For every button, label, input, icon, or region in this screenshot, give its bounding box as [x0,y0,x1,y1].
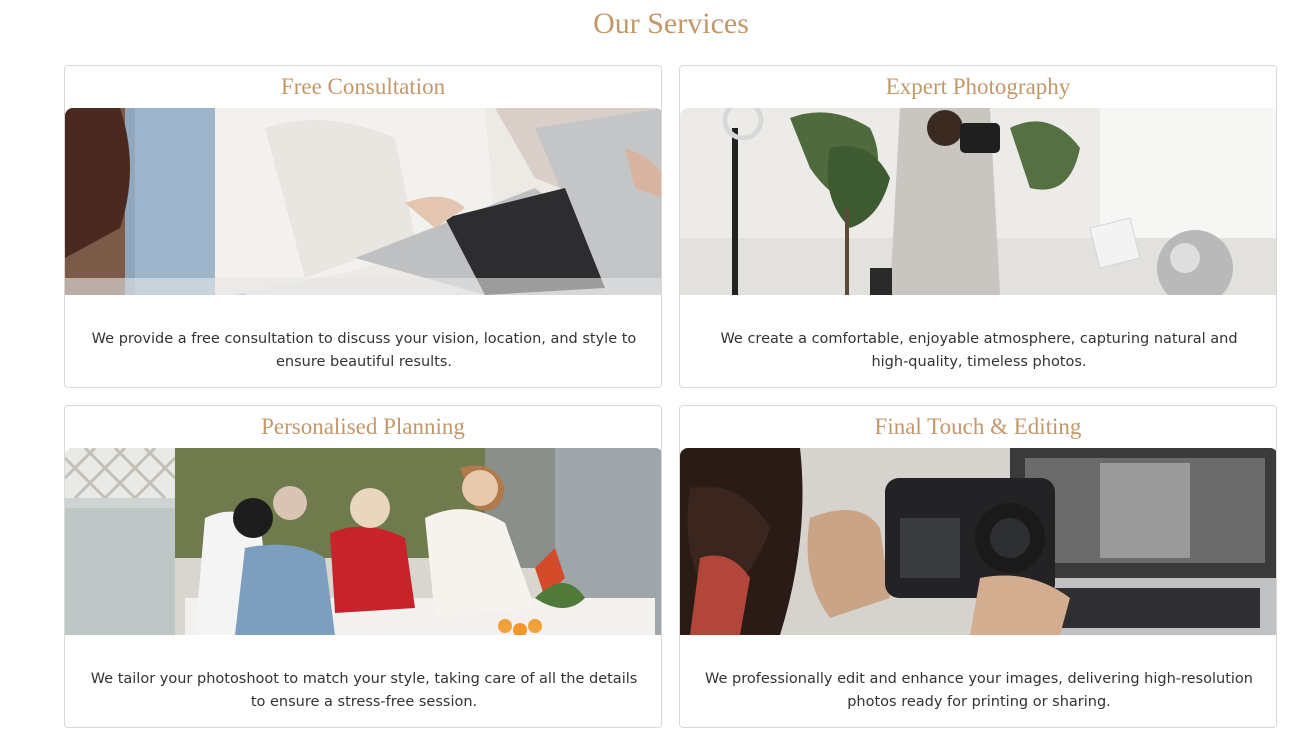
service-card-editing: Final Touch & Editing We professionally … [679,405,1277,728]
service-card-description: We create a comfortable, enjoyable atmos… [720,331,1238,370]
service-card-title: Personalised Planning [261,414,465,439]
service-card-title: Free Consultation [280,74,446,99]
service-card-description: We professionally edit and enhance your … [705,671,1253,710]
planning-group-image [65,448,661,635]
service-card-title: Final Touch & Editing [874,414,1082,439]
service-card-photography: Expert Photography We create a comfortab… [679,65,1277,388]
camera-editing-image [680,448,1276,635]
service-card-planning: Personalised Planning We tailor your pho… [64,405,662,728]
consultation-laptop-image [65,108,661,295]
service-card-consultation: Free Consultation We provide a free cons… [64,65,662,388]
photographer-image [680,108,1276,295]
service-card-description: We provide a free consultation to discus… [91,331,637,370]
service-card-description: We tailor your photoshoot to match your … [90,671,638,710]
service-card-title: Expert Photography [885,74,1071,99]
section-title: Our Services [593,7,749,40]
